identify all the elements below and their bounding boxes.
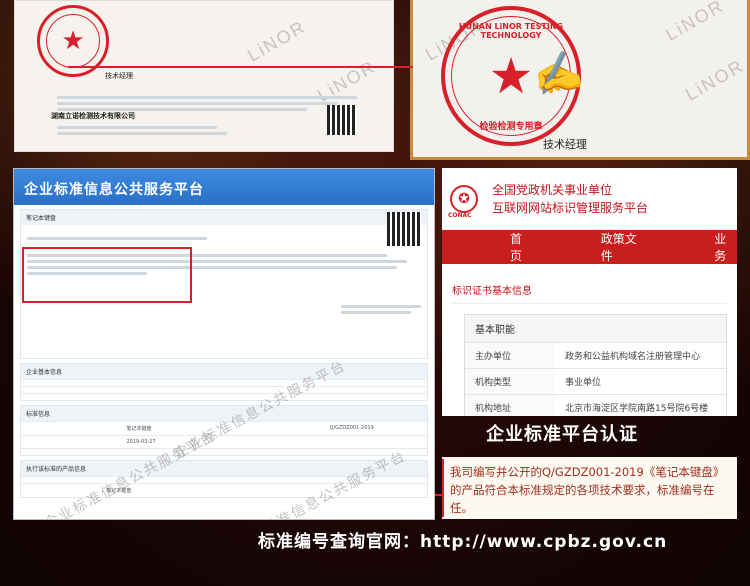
- basic-function-head: 基本职能: [465, 315, 726, 342]
- conac-gov-panel: ✪ CONAC 全国党政机关事业单位 互联网网站标识管理服务平台 首页 政策文件…: [442, 168, 737, 416]
- info-row-sponsor: 主办单位 政务和公益机构域名注册管理中心: [465, 342, 726, 368]
- info-row-address: 机构地址 北京市海淀区学院南路15号院6号楼: [465, 394, 726, 416]
- standard-quote-box: 我司编写并公开的Q/GZDZ001-2019《笔记本键盘》的产品符合本标准规定的…: [442, 457, 737, 519]
- gov-header: ✪ CONAC 全国党政机关事业单位 互联网网站标识管理服务平台: [442, 168, 737, 230]
- test-report-right: LiNOR LiNOR LiNOR HUNAN LiNOR TESTING TE…: [410, 0, 750, 160]
- info-row-type: 机构类型 事业单位: [465, 368, 726, 394]
- qr-code-left: [327, 105, 357, 135]
- signer-role-right: 技术经理: [543, 138, 587, 151]
- gov-nav-bar: 首页 政策文件 业务: [442, 230, 737, 264]
- platform-header-title: 企业标准信息公共服务平台: [14, 169, 434, 205]
- seal-text-bottom: 检验检测专用章: [479, 122, 543, 132]
- query-site-caption: 标准编号查询官网：http://www.cpbz.gov.cn: [258, 532, 668, 552]
- nav-policy[interactable]: 政策文件: [601, 230, 647, 264]
- basic-info-title: 企业基本信息: [21, 364, 427, 379]
- standard-number-cell: Q/GZDZ001-2019: [329, 425, 374, 431]
- cert-info-title: 标识证书基本信息: [452, 276, 727, 304]
- standards-platform-screenshot: 企业标准信息公共服务平台 笔记本键盘 企业基本信息 标准信息 笔记本键盘 Q/G…: [13, 168, 435, 520]
- connector-line-top: [68, 66, 413, 68]
- conac-logo-icon: ✪: [450, 184, 478, 213]
- gov-title-line1: 全国党政机关事业单位: [492, 182, 613, 197]
- basic-function-table: 基本职能 主办单位 政务和公益机构域名注册管理中心 机构类型 事业单位 机构地址…: [464, 314, 727, 416]
- caption-platform-auth: 企业标准平台认证: [486, 424, 638, 445]
- report-company-name: 湖南立诺检测技术有限公司: [51, 112, 135, 120]
- handwritten-signature: ✍: [529, 47, 587, 101]
- conac-label: CONAC: [448, 212, 472, 219]
- highlight-box-platform: [22, 247, 192, 303]
- standard-quote-text: 我司编写并公开的Q/GZDZ001-2019《笔记本键盘》的产品符合本标准规定的…: [450, 465, 725, 515]
- qr-code-platform: [387, 212, 421, 246]
- watermark-right-3: LiNOR: [682, 55, 748, 105]
- test-report-left: LiNOR LiNOR ★ 技术经理 湖南立诺检测技术有限公司: [14, 0, 394, 152]
- gov-title: 全国党政机关事业单位 互联网网站标识管理服务平台: [492, 181, 648, 217]
- notice-label: 笔记本键盘: [21, 210, 427, 225]
- nav-business[interactable]: 业务: [714, 230, 737, 264]
- gov-title-line2: 互联网网站标识管理服务平台: [492, 200, 649, 215]
- watermark-left-1: LiNOR: [244, 16, 310, 66]
- seal-text-top: HUNAN LiNOR TESTING TECHNOLOGY: [458, 22, 564, 40]
- nav-home[interactable]: 首页: [510, 230, 533, 264]
- watermark-right-2: LiNOR: [662, 0, 728, 45]
- signer-role-left: 技术经理: [105, 72, 133, 80]
- basic-info-section: 企业基本信息: [20, 363, 428, 401]
